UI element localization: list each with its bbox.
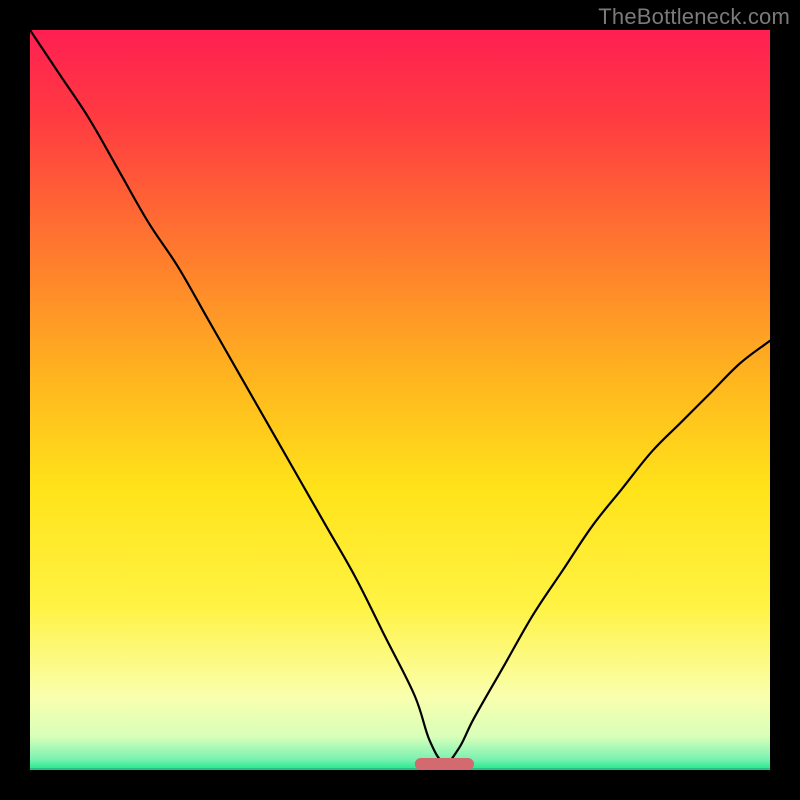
chart-frame: TheBottleneck.com — [0, 0, 800, 800]
chart-svg — [30, 30, 770, 770]
plot-area — [30, 30, 770, 770]
watermark-text: TheBottleneck.com — [598, 4, 790, 30]
trough-marker — [415, 758, 474, 770]
gradient-background — [30, 30, 770, 770]
